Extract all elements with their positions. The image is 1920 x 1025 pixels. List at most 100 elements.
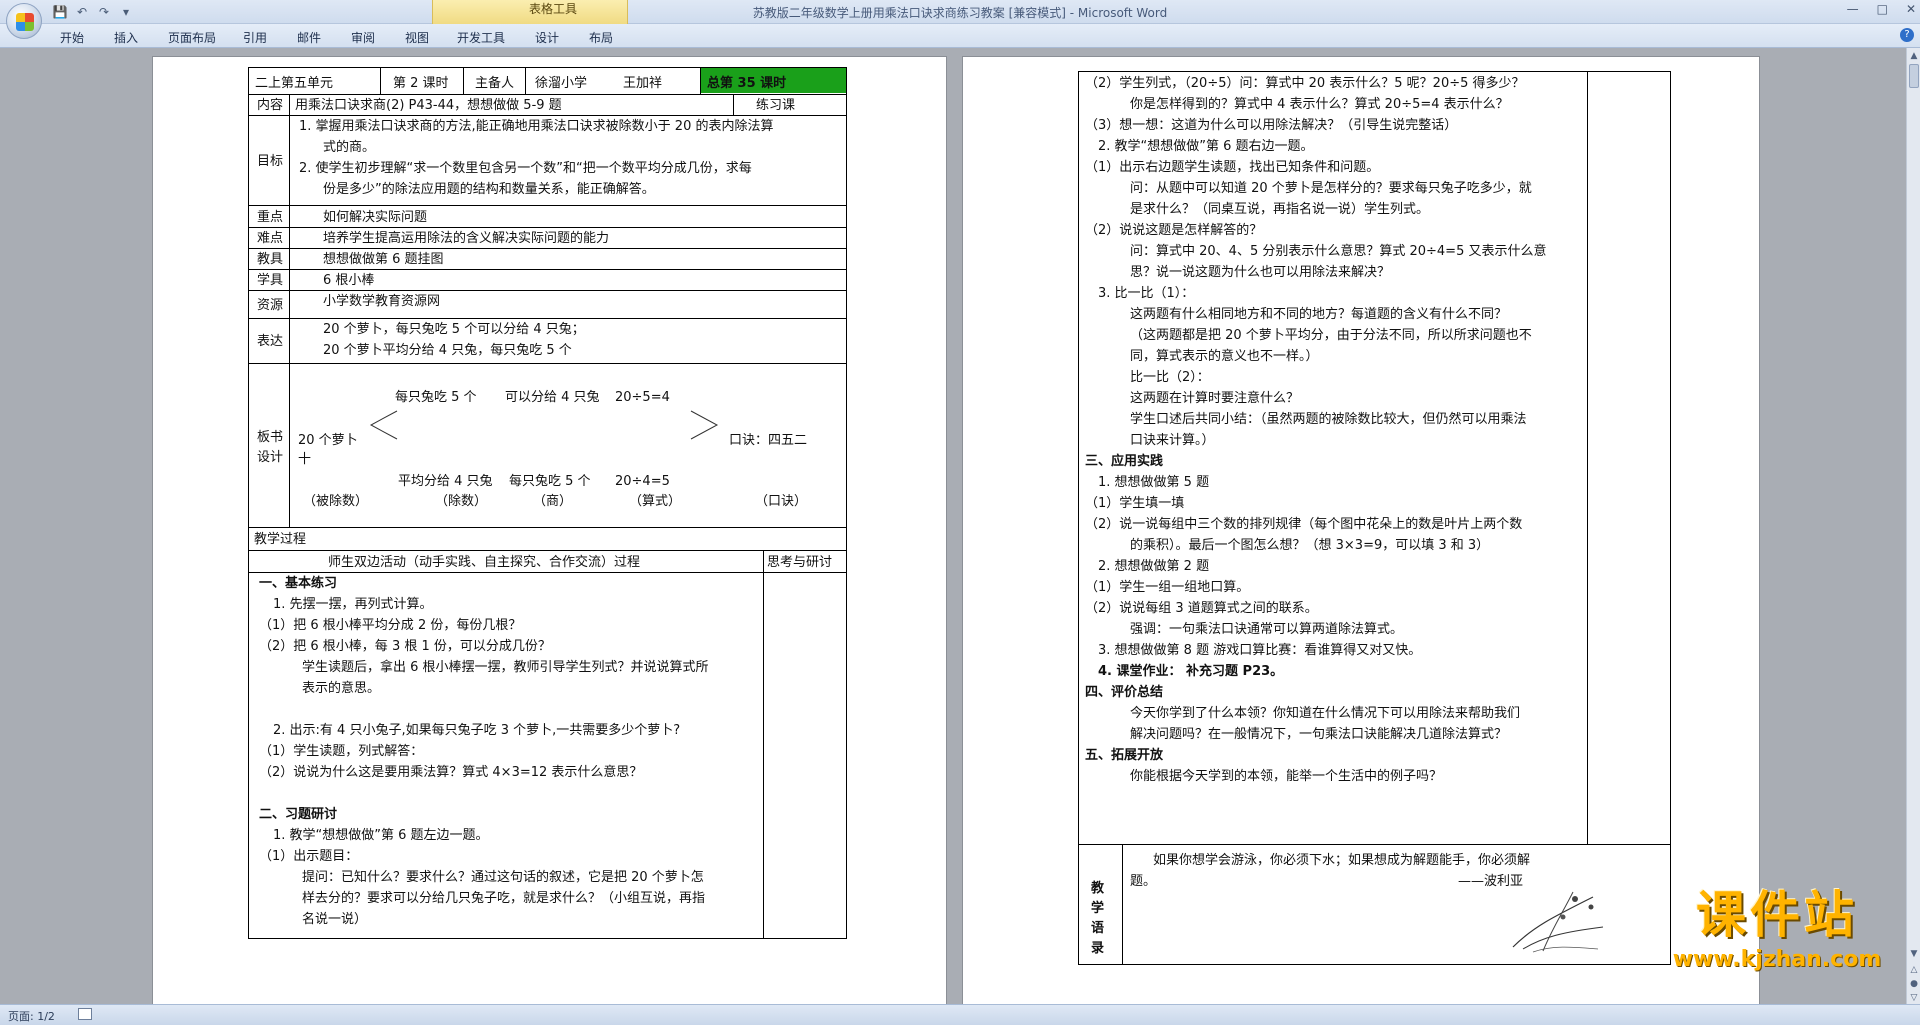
office-button[interactable] xyxy=(6,3,42,39)
tab-view[interactable]: 视图 xyxy=(405,29,429,46)
unit-label: 二上第五单元 xyxy=(255,76,334,91)
p1-line: （1）出示题目： xyxy=(259,849,359,864)
help-icon[interactable]: ? xyxy=(1900,28,1914,42)
p2-line: 3. 比一比（1）： xyxy=(1098,286,1195,301)
scroll-thumb[interactable] xyxy=(1909,64,1919,88)
difficult-value: 培养学生提高运用除法的含义解决实际问题的能力 xyxy=(323,231,610,246)
prev-page-icon[interactable]: △ xyxy=(1908,964,1920,976)
difficult-label: 难点 xyxy=(257,231,284,246)
p2-line: 4. 课堂作业： 补充习题 P23。 xyxy=(1098,664,1284,679)
board-top-a: 每只兔吃 5 个 xyxy=(395,390,477,405)
tab-developer[interactable]: 开发工具 xyxy=(457,29,505,46)
p2-line: （2）说说每组 3 道题算式之间的联系。 xyxy=(1085,601,1318,616)
lesson-label: 第 2 课时 xyxy=(393,76,449,91)
bracket-right-icon xyxy=(690,410,719,440)
motto-line-1: 如果你想学会游泳，你必须下水；如果想成为解题能手，你必须解 xyxy=(1153,853,1531,868)
motto-line-2: 题。 xyxy=(1130,874,1157,889)
process-title: 教学过程 xyxy=(254,532,307,547)
board-note-3: （商） xyxy=(533,494,573,509)
resource-label: 资源 xyxy=(257,298,284,313)
p2-line: （这两题都是把 20 个萝卜平均分，由于分法不同，所以所求问题也不 xyxy=(1130,328,1532,343)
board-note-5: （口诀） xyxy=(755,494,808,509)
page-1: 二上第五单元 第 2 课时 主备人 徐溜小学 王加祥 总第 35 课时 内容 用… xyxy=(152,56,947,1004)
p2-line: 3. 想想做做第 8 题 游戏口算比赛：看谁算得又对又快。 xyxy=(1098,643,1422,658)
school-label: 徐溜小学 xyxy=(535,76,588,91)
p1-line: （2）把 6 根小棒，每 3 根 1 份，可以分成几份？ xyxy=(259,639,551,654)
key-value: 如何解决实际问题 xyxy=(323,210,428,225)
p1-line: 二、习题研讨 xyxy=(259,807,338,822)
proofing-icon[interactable] xyxy=(78,1008,92,1020)
learn-tools-value: 6 根小棒 xyxy=(323,273,375,288)
teach-tools-label: 教具 xyxy=(257,252,284,267)
board-label-1: 板书 xyxy=(257,430,284,445)
tab-page-layout[interactable]: 页面布局 xyxy=(168,29,216,46)
p2-line: 1. 想想做做第 5 题 xyxy=(1098,475,1210,490)
board-right: 口诀：四五二 xyxy=(729,433,808,448)
p1-line: 一、基本练习 xyxy=(259,576,338,591)
p1-line: （1）把 6 根小棒平均分成 2 份，每份几根？ xyxy=(259,618,522,633)
reflect-header: 思考与研讨 xyxy=(767,555,833,570)
p2-line: 口诀来计算。） xyxy=(1130,433,1215,448)
board-note-1: （被除数） xyxy=(303,494,369,509)
window-controls: — □ ✕ xyxy=(1847,2,1916,16)
p2-line: 你是怎样得到的？算式中 4 表示什么？算式 20÷5=4 表示什么？ xyxy=(1130,97,1509,112)
total-lesson-label: 总第 35 课时 xyxy=(707,76,787,91)
title-bar: 💾 ↶ ↷ ▾ 表格工具 苏教版二年级数学上册用乘法口诀求商练习教案 [兼容模式… xyxy=(0,0,1920,24)
express-line-1: 20 个萝卜，每只兔吃 5 个可以分给 4 只兔； xyxy=(323,322,585,337)
page-indicator[interactable]: 页面: 1/2 xyxy=(8,1008,55,1024)
p1-line: （1）学生读题，列式解答： xyxy=(259,744,424,759)
p2-line: （3）想一想：这道为什么可以用除法解决？（引导生说完整话） xyxy=(1085,118,1458,133)
p2-line: （2）说一说每组中三个数的排列规律（每个图中花朵上的数是叶片上两个数 xyxy=(1085,517,1523,532)
p2-line: 2. 想想做做第 2 题 xyxy=(1098,559,1210,574)
motto-label: 教学语录 xyxy=(1091,881,1105,956)
vertical-scrollbar[interactable]: ▲ ▼ △ ● ▽ xyxy=(1906,48,1920,1004)
ribbon-tabs: 开始 插入 页面布局 引用 邮件 审阅 视图 开发工具 设计 布局 ? xyxy=(0,24,1920,48)
tab-mailings[interactable]: 邮件 xyxy=(297,29,321,46)
close-icon[interactable]: ✕ xyxy=(1906,2,1916,16)
board-bottom-c: 20÷4=5 xyxy=(615,474,670,489)
next-page-icon[interactable]: ▽ xyxy=(1908,992,1920,1004)
p2-line: 同，算式表示的意义也不一样。） xyxy=(1130,349,1319,364)
p2-line: 问：从题中可以知道 20 个萝卜是怎样分的？要求每只兔子吃多少，就 xyxy=(1130,181,1532,196)
p1-line: 1. 先摆一摆，再列式计算。 xyxy=(273,597,433,612)
scroll-down-icon[interactable]: ▼ xyxy=(1908,948,1920,960)
tab-layout[interactable]: 布局 xyxy=(589,29,613,46)
p1-line: 提问：已知什么？要求什么？通过这句话的叙述，它是把 20 个萝卜怎 xyxy=(302,870,704,885)
p2-line: 四、评价总结 xyxy=(1085,685,1164,700)
watermark-url: www.kjzhan.com xyxy=(1672,947,1882,972)
goal-1a: 1. 掌握用乘法口诀求商的方法,能正确地用乘法口诀求被除数小于 20 的表内除法… xyxy=(299,119,774,134)
tab-insert[interactable]: 插入 xyxy=(114,29,138,46)
key-label: 重点 xyxy=(257,210,284,225)
goals-label: 目标 xyxy=(257,154,284,169)
p2-line: 你能根据今天学到的本领，能举一个生活中的例子吗？ xyxy=(1130,769,1443,784)
lesson-type: 练习课 xyxy=(756,98,796,113)
watermark-text: 课件站 xyxy=(1696,886,1858,944)
p2-line: 比一比（2）： xyxy=(1130,370,1210,385)
page-2: （2）学生列式，（20÷5）问：算式中 20 表示什么？5 呢？20÷5 得多少… xyxy=(962,56,1760,1004)
p2-line: 强调：一句乘法口诀通常可以算两道除法算式。 xyxy=(1130,622,1404,637)
tab-review[interactable]: 审阅 xyxy=(351,29,375,46)
learn-tools-label: 学具 xyxy=(257,273,284,288)
board-bottom-a: 平均分给 4 只兔 xyxy=(398,474,493,489)
minimize-icon[interactable]: — xyxy=(1847,2,1859,16)
maximize-icon[interactable]: □ xyxy=(1877,2,1888,16)
browse-object-icon[interactable]: ● xyxy=(1908,978,1920,990)
p1-line: 样去分的？要求可以分给几只兔子吃，就是求什么？（小组互说，再指 xyxy=(302,891,706,906)
board-note-2: （除数） xyxy=(435,494,488,509)
goal-1b: 式的商。 xyxy=(323,140,376,155)
p2-line: （2）说说这题是怎样解答的？ xyxy=(1085,223,1263,238)
tab-design[interactable]: 设计 xyxy=(535,29,559,46)
board-left-2: 十 xyxy=(298,452,312,467)
tab-references[interactable]: 引用 xyxy=(243,29,267,46)
teacher-label: 王加祥 xyxy=(623,76,663,91)
scroll-up-icon[interactable]: ▲ xyxy=(1908,50,1920,62)
p2-line: 五、拓展开放 xyxy=(1085,748,1164,763)
office-logo-icon xyxy=(16,13,34,31)
p2-line: 2. 教学“想想做做”第 6 题右边一题。 xyxy=(1098,139,1314,154)
p2-line: 解决问题吗？在一般情况下，一句乘法口诀能解决几道除法算式？ xyxy=(1130,727,1508,742)
preparer-label: 主备人 xyxy=(475,76,515,91)
board-label-2: 设计 xyxy=(257,450,284,465)
p2-line: 思？说一说这题为什么也可以用除法来解决？ xyxy=(1130,265,1391,280)
tab-home[interactable]: 开始 xyxy=(60,29,84,46)
teach-tools-value: 想想做做第 6 题挂图 xyxy=(323,252,444,267)
